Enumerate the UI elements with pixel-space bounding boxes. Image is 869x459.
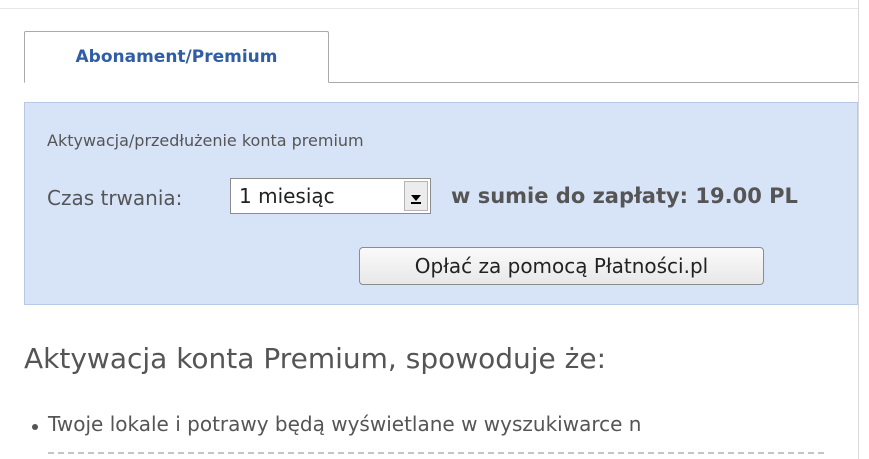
dropdown-arrow-icon[interactable] [404,181,428,211]
top-divider [0,8,858,9]
premium-activation-panel: Aktywacja/przedłużenie konta premium Cza… [24,102,858,305]
tab-bar: Abonament/Premium [24,31,858,83]
list-item: Twoje lokale i potrawy będą wyświetlane … [32,412,642,436]
right-edge [858,0,869,459]
chevron-down-icon [411,195,421,201]
bullet-icon [32,424,38,430]
duration-label: Czas trwania: [47,186,183,210]
arrow-underline [411,202,421,204]
duration-select-value: 1 miesiąc [239,184,335,208]
total-amount: w sumie do zapłaty: 19.00 PL [451,184,798,208]
page: Abonament/Premium Aktywacja/przedłużenie… [0,0,869,459]
list-item-text: Twoje lokale i potrawy będą wyświetlane … [48,412,642,436]
cut-off-text-fragment [48,452,828,454]
duration-select[interactable]: 1 miesiąc [230,178,431,214]
tab-label: Abonament/Premium [75,47,278,67]
pay-button[interactable]: Opłać za pomocą Płatności.pl [359,247,764,285]
benefits-heading: Aktywacja konta Premium, spowoduje że: [24,342,607,375]
panel-title: Aktywacja/przedłużenie konta premium [47,131,364,150]
tab-abonament-premium[interactable]: Abonament/Premium [24,31,329,83]
